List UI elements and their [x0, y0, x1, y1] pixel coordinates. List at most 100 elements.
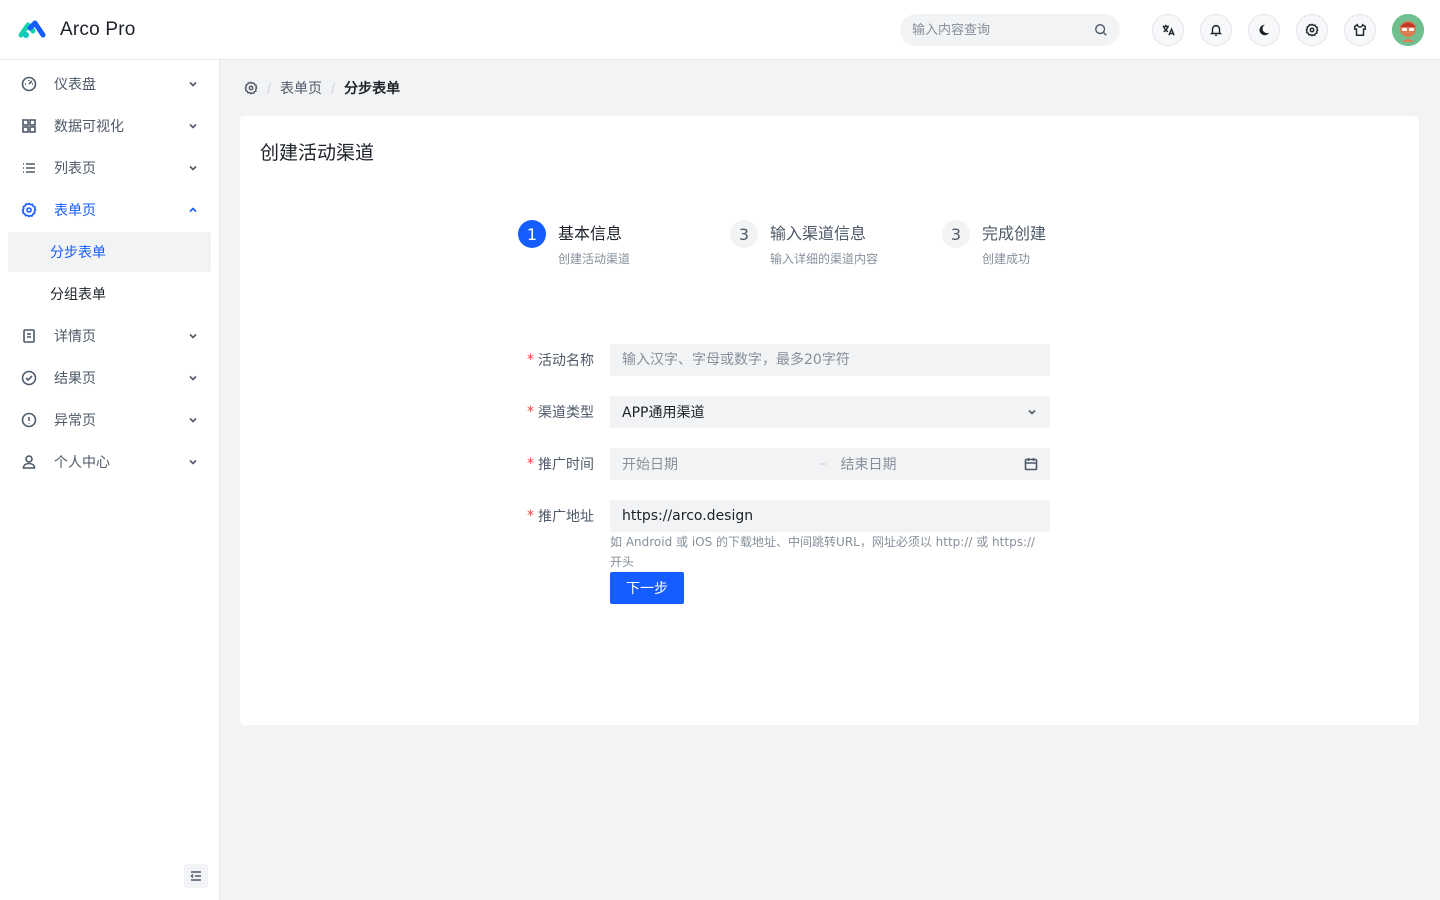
- breadcrumb-item[interactable]: 表单页: [280, 78, 322, 98]
- moon-icon: [1259, 24, 1270, 36]
- sidebar-item-exception[interactable]: 异常页: [8, 400, 211, 440]
- shirt-icon: [1354, 23, 1366, 36]
- search-input[interactable]: [912, 22, 1094, 38]
- exclamation-circle-icon: [20, 411, 38, 429]
- sidebar-item-label: 表单页: [54, 203, 96, 219]
- chevron-down-icon: [187, 372, 199, 384]
- range-separator: –: [819, 456, 827, 472]
- activity-name-input[interactable]: [622, 352, 1038, 368]
- collapse-sidebar-button[interactable]: [184, 864, 208, 888]
- avatar[interactable]: [1392, 14, 1424, 46]
- breadcrumb: / 表单页 / 分步表单: [244, 78, 400, 98]
- step-description: 创建成功: [982, 252, 1031, 266]
- list-icon: [20, 159, 38, 177]
- search-box[interactable]: [900, 14, 1120, 46]
- form-card: 创建活动渠道 1 基本信息 创建活动渠道 3 输入渠道信息 输入详细的渠道内容 …: [240, 116, 1419, 725]
- sidebar-item-label: 异常页: [54, 413, 96, 429]
- sidebar-item-label: 仪表盘: [54, 77, 96, 93]
- sidebar-subitem-group-form[interactable]: 分组表单: [8, 274, 211, 314]
- steps: 1 基本信息 创建活动渠道 3 输入渠道信息 输入详细的渠道内容 3 完成创建 …: [518, 220, 1046, 267]
- date-range-picker[interactable]: 开始日期 – 结束日期: [610, 448, 1050, 480]
- breadcrumb-separator: /: [331, 81, 336, 95]
- menu-fold-icon: [190, 871, 201, 881]
- field-label: 活动名称: [538, 353, 594, 369]
- sidebar-item-user[interactable]: 个人中心: [8, 442, 211, 482]
- settings-icon: [1305, 23, 1319, 37]
- file-icon: [20, 327, 38, 345]
- chevron-down-icon: [187, 456, 199, 468]
- bell-icon: [1209, 24, 1223, 36]
- sidebar-item-list[interactable]: 列表页: [8, 148, 211, 188]
- sidebar-item-form[interactable]: 表单页: [8, 190, 211, 230]
- search-icon[interactable]: [1094, 23, 1108, 37]
- settings-button[interactable]: [1296, 14, 1328, 46]
- apps-icon: [20, 117, 38, 135]
- settings-icon: [20, 201, 38, 219]
- theme-toggle-button[interactable]: [1248, 14, 1280, 46]
- select-value: APP通用渠道: [622, 405, 705, 421]
- settings-icon[interactable]: [244, 81, 258, 95]
- field-label: 推广时间: [538, 457, 594, 473]
- required-mark: *: [527, 456, 534, 472]
- user-icon: [20, 453, 38, 471]
- sidebar: 仪表盘 数据可视化 列表页 表单页 分步表单 分组表单 详情页 结果页 异常页 …: [0, 60, 220, 900]
- page-title: 创建活动渠道: [260, 142, 375, 164]
- step-title: 输入渠道信息: [770, 224, 867, 243]
- sidebar-item-label: 数据可视化: [54, 119, 124, 135]
- chevron-down-icon: [187, 414, 199, 426]
- check-circle-icon: [20, 369, 38, 387]
- promo-url-help-text: 如 Android 或 iOS 的下载地址、中间跳转URL，网址必须以 http…: [610, 535, 1036, 569]
- skin-button[interactable]: [1344, 14, 1376, 46]
- sidebar-item-visualization[interactable]: 数据可视化: [8, 106, 211, 146]
- channel-type-select[interactable]: APP通用渠道: [610, 396, 1050, 428]
- chevron-down-icon: [1028, 409, 1036, 415]
- arco-logo-icon: [18, 20, 46, 38]
- step-basic-info[interactable]: 1 基本信息 创建活动渠道: [518, 220, 730, 267]
- step-number: 3: [730, 220, 758, 248]
- sidebar-item-dashboard[interactable]: 仪表盘: [8, 64, 211, 104]
- notification-button[interactable]: [1200, 14, 1232, 46]
- sidebar-item-label: 详情页: [54, 329, 96, 345]
- chevron-down-icon: [187, 78, 199, 90]
- field-label: 渠道类型: [538, 405, 594, 421]
- sidebar-item-label: 个人中心: [54, 455, 110, 471]
- chevron-down-icon: [187, 120, 199, 132]
- field-label: 推广地址: [538, 509, 594, 525]
- step-number: 3: [942, 220, 970, 248]
- breadcrumb-separator: /: [267, 81, 272, 95]
- required-mark: *: [527, 404, 534, 420]
- start-date-input[interactable]: 开始日期: [622, 454, 806, 474]
- app-name: Arco Pro: [60, 18, 136, 40]
- end-date-input[interactable]: 结束日期: [841, 454, 1025, 474]
- language-icon: [1162, 24, 1175, 36]
- step-description: 输入详细的渠道内容: [770, 252, 879, 266]
- sidebar-item-profile-page[interactable]: 详情页: [8, 316, 211, 356]
- required-mark: *: [527, 352, 534, 368]
- avatar-icon: [1392, 14, 1424, 46]
- sidebar-item-label: 结果页: [54, 371, 96, 387]
- step-number: 1: [518, 220, 546, 248]
- chevron-down-icon: [187, 330, 199, 342]
- top-navbar: Arco Pro: [0, 0, 1440, 60]
- form-item-promo-url: *推广地址 如 Android 或 iOS 的下载地址、中间跳转URL，网址必须…: [525, 500, 1050, 572]
- step-title: 完成创建: [982, 224, 1047, 243]
- breadcrumb-current: 分步表单: [344, 81, 401, 97]
- step-title: 基本信息: [558, 224, 623, 243]
- language-button[interactable]: [1152, 14, 1184, 46]
- calendar-icon: [1024, 458, 1038, 471]
- chevron-up-icon: [187, 204, 199, 216]
- required-mark: *: [527, 508, 534, 524]
- form-item-activity-name: * 活动名称: [525, 344, 1050, 376]
- step-description: 创建活动渠道: [558, 252, 631, 266]
- step-complete[interactable]: 3 完成创建 创建成功: [942, 220, 1046, 267]
- promo-url-input[interactable]: [622, 508, 1038, 524]
- step-channel-info[interactable]: 3 输入渠道信息 输入详细的渠道内容: [730, 220, 942, 267]
- sidebar-item-label: 列表页: [54, 161, 96, 177]
- logo[interactable]: Arco Pro: [18, 19, 136, 41]
- sidebar-item-result[interactable]: 结果页: [8, 358, 211, 398]
- form-item-promo-time: * 推广时间 开始日期 – 结束日期: [525, 448, 1050, 480]
- form-item-channel-type: * 渠道类型 APP通用渠道: [525, 396, 1050, 428]
- next-step-button[interactable]: 下一步: [610, 572, 684, 604]
- dashboard-icon: [20, 75, 38, 93]
- sidebar-subitem-step-form[interactable]: 分步表单: [8, 232, 211, 272]
